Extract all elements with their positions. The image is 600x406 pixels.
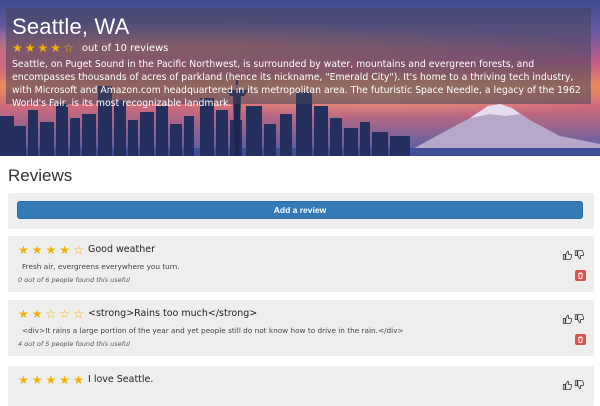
star-outline-icon: ☆	[59, 307, 71, 321]
city-rating: ★ ★ ★ ★ ☆ out of 10 reviews	[12, 42, 168, 54]
review-useful-count: 4 out of 5 people found this useful	[18, 340, 130, 348]
review-body: <div>It rains a large portion of the yea…	[22, 326, 404, 335]
star-icon: ★	[59, 373, 71, 387]
star-icon: ★	[73, 373, 84, 387]
city-description: Seattle, on Puget Sound in the Pacific N…	[12, 59, 581, 109]
star-icon: ★	[31, 243, 43, 257]
review-useful-count: 0 out of 6 people found this useful	[18, 276, 130, 284]
review-card: ★ ★ ★ ★ ☆ Good weather Fresh air, evergr…	[8, 236, 594, 292]
star-outline-icon: ☆	[73, 243, 84, 257]
star-icon: ★	[37, 41, 49, 55]
star-icon: ★	[45, 373, 57, 387]
review-count: out of 10 reviews	[81, 42, 169, 54]
star-icon: ★	[18, 307, 29, 321]
star-outline-icon: ☆	[73, 307, 84, 321]
star-icon: ★	[18, 373, 29, 387]
thumbs-down-icon[interactable]	[574, 245, 585, 260]
trash-icon	[578, 272, 583, 279]
city-title: Seattle, WA	[12, 14, 130, 39]
review-rating: ★ ★ ★ ★ ☆	[18, 244, 84, 256]
review-body: Fresh air, evergreens everywhere you tur…	[22, 262, 180, 271]
thumbs-up-icon[interactable]	[562, 375, 573, 390]
hero-banner: Seattle, WA ★ ★ ★ ★ ☆ out of 10 reviews …	[0, 0, 600, 156]
star-icon: ★	[31, 307, 43, 321]
add-review-panel: Add a review	[8, 193, 594, 229]
thumbs-up-icon[interactable]	[562, 245, 573, 260]
delete-review-button[interactable]	[575, 270, 586, 281]
star-icon: ★	[45, 243, 57, 257]
trash-icon	[578, 336, 583, 343]
add-review-button[interactable]: Add a review	[17, 201, 583, 219]
star-icon: ★	[24, 41, 36, 55]
review-title: Good weather	[88, 244, 155, 255]
review-card: ★ ★ ★ ★ ★ I love Seattle.	[8, 366, 594, 406]
star-icon: ★	[18, 243, 29, 257]
star-icon: ★	[50, 41, 62, 55]
thumbs-down-icon[interactable]	[574, 309, 585, 324]
star-outline-icon: ☆	[45, 307, 57, 321]
star-outline-icon: ☆	[63, 41, 74, 55]
review-rating: ★ ★ ★ ★ ★	[18, 374, 84, 386]
thumbs-down-icon[interactable]	[574, 375, 585, 390]
star-icon: ★	[59, 243, 71, 257]
star-icon: ★	[12, 41, 23, 55]
star-icon: ★	[31, 373, 43, 387]
delete-review-button[interactable]	[575, 334, 586, 345]
review-rating: ★ ★ ☆ ☆ ☆	[18, 308, 84, 320]
review-card: ★ ★ ☆ ☆ ☆ <strong>Rains too much</strong…	[8, 300, 594, 356]
review-title: I love Seattle.	[88, 374, 154, 385]
reviews-heading: Reviews	[8, 166, 73, 185]
thumbs-up-icon[interactable]	[562, 309, 573, 324]
review-title: <strong>Rains too much</strong>	[88, 308, 258, 319]
